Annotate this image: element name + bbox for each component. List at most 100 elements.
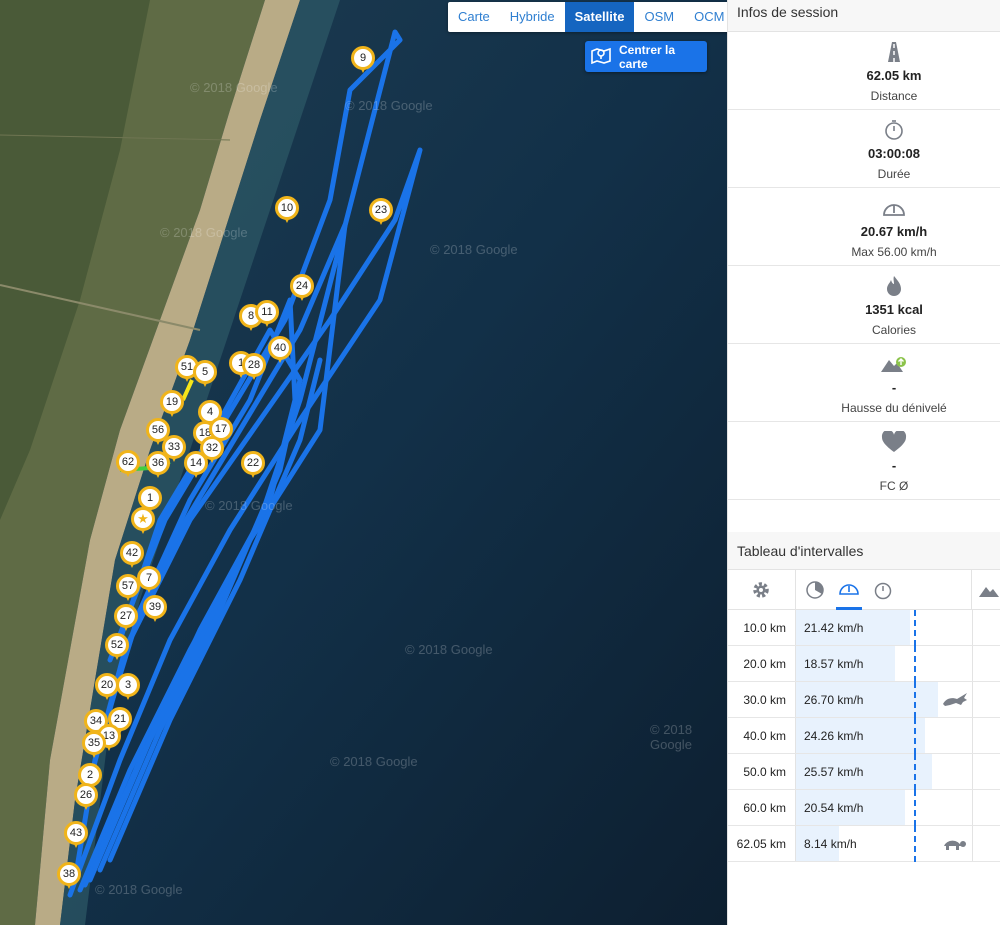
interval-metric-tabs <box>796 570 972 610</box>
elevation-tab-icon[interactable] <box>972 570 1000 609</box>
lap-marker[interactable]: 35 <box>82 731 106 758</box>
lap-marker[interactable]: 3 <box>116 673 140 700</box>
lap-marker[interactable]: 24 <box>290 274 314 301</box>
average-speed-line <box>914 718 916 754</box>
lap-marker[interactable]: 19 <box>160 390 184 417</box>
interval-distance: 30.0 km <box>728 682 796 717</box>
map-type-carte[interactable]: Carte <box>448 2 500 32</box>
lap-marker[interactable]: 10 <box>275 196 299 223</box>
interval-distance: 10.0 km <box>728 610 796 645</box>
interval-speed: 20.54 km/h <box>804 801 864 815</box>
interval-speed: 25.57 km/h <box>804 765 864 779</box>
interval-speed-cell: 25.57 km/h <box>796 754 973 790</box>
stat-value: - <box>891 457 897 473</box>
average-speed-line <box>914 610 916 646</box>
interval-speed: 21.42 km/h <box>804 621 864 635</box>
interval-speed-cell: 8.14 km/h <box>796 826 973 862</box>
stat-label: Durée <box>877 166 911 181</box>
lap-marker[interactable]: 9 <box>351 46 375 73</box>
lap-marker[interactable]: 7 <box>137 566 161 593</box>
satellite-imagery <box>0 0 727 925</box>
stat-label: Calories <box>871 322 916 337</box>
map-center-icon <box>591 46 611 67</box>
lap-marker[interactable]: 38 <box>57 862 81 889</box>
lap-marker[interactable]: 26 <box>74 783 98 810</box>
gear-icon[interactable] <box>728 570 796 609</box>
map-watermark: © 2018 Google <box>205 498 293 513</box>
heart-icon <box>881 429 907 455</box>
lap-marker[interactable]: 5 <box>193 360 217 387</box>
interval-speed-cell: 24.26 km/h <box>796 718 973 754</box>
interval-row: 30.0 km 26.70 km/h <box>728 682 1000 718</box>
interval-distance: 62.05 km <box>728 826 796 861</box>
interval-distance: 60.0 km <box>728 790 796 825</box>
interval-speed: 26.70 km/h <box>804 693 864 707</box>
interval-row: 50.0 km 25.57 km/h <box>728 754 1000 790</box>
lap-marker[interactable]: 11 <box>255 300 279 327</box>
pace-chart-icon[interactable] <box>802 570 828 610</box>
rabbit-icon <box>941 690 969 713</box>
average-speed-line <box>914 826 916 862</box>
average-speed-line <box>914 682 916 718</box>
start-marker[interactable]: ★ <box>131 507 155 534</box>
map-watermark: © 2018 Google <box>95 882 183 897</box>
stat-value: 20.67 km/h <box>860 223 928 239</box>
stat-label: Hausse du dénivelé <box>841 400 947 415</box>
stat-value: 03:00:08 <box>867 145 921 161</box>
map-type-ocm[interactable]: OCM <box>684 2 727 32</box>
map-watermark: © 2018 Google <box>160 225 248 240</box>
map-watermark: © 2018 Google <box>650 722 693 752</box>
lap-marker[interactable]: 27 <box>114 604 138 631</box>
elevation-icon <box>880 351 908 377</box>
intervals-table: 10.0 km 21.42 km/h 20.0 km 18.57 km/h 30.0 k… <box>728 610 1000 862</box>
map-watermark: © 2018 Google <box>190 80 278 95</box>
stat-label: Max 56.00 km/h <box>851 244 937 259</box>
lap-marker[interactable]: 43 <box>64 821 88 848</box>
flame-icon <box>884 273 904 299</box>
stat-label: Distance <box>870 88 918 103</box>
lap-marker[interactable]: 14 <box>184 451 208 478</box>
lap-marker[interactable]: 28 <box>242 353 266 380</box>
interval-row: 20.0 km 18.57 km/h <box>728 646 1000 682</box>
stat-elevation: - Hausse du dénivelé <box>728 344 1000 422</box>
map-view[interactable]: © 2018 Google © 2018 Google © 2018 Googl… <box>0 0 727 925</box>
interval-speed: 24.26 km/h <box>804 729 864 743</box>
center-map-label: Centrer la carte <box>619 42 676 71</box>
average-speed-line <box>914 790 916 826</box>
stat-value: - <box>891 379 897 395</box>
interval-speed-cell: 20.54 km/h <box>796 790 973 826</box>
lap-marker[interactable]: 23 <box>369 198 393 225</box>
lap-marker[interactable]: 42 <box>120 541 144 568</box>
map-type-satellite[interactable]: Satellite <box>564 2 635 32</box>
lap-marker[interactable]: 40 <box>268 336 292 363</box>
map-type-control: Carte Hybride Satellite OSM OCM <box>448 2 727 32</box>
interval-speed: 8.14 km/h <box>804 837 857 851</box>
stopwatch-tab-icon[interactable] <box>870 570 896 610</box>
lap-marker[interactable]: 22 <box>241 451 265 478</box>
intervals-header <box>728 570 1000 610</box>
turtle-icon <box>941 834 967 857</box>
average-speed-line <box>914 754 916 790</box>
center-map-button[interactable]: Centrer la carte <box>585 41 707 72</box>
map-type-osm[interactable]: OSM <box>634 2 684 32</box>
lap-marker[interactable]: 62 <box>116 450 140 477</box>
interval-row: 40.0 km 24.26 km/h <box>728 718 1000 754</box>
map-type-hybride[interactable]: Hybride <box>500 2 565 32</box>
map-watermark: © 2018 Google <box>345 98 433 113</box>
road-icon <box>883 39 905 65</box>
lap-marker[interactable]: 36 <box>146 451 170 478</box>
interval-speed-cell: 26.70 km/h <box>796 682 973 718</box>
stat-label: FC Ø <box>879 478 909 493</box>
lap-marker[interactable]: 57 <box>116 574 140 601</box>
session-info-title: Infos de session <box>728 0 1000 32</box>
map-watermark: © 2018 Google <box>430 242 518 257</box>
stat-heart-rate: - FC Ø <box>728 422 1000 500</box>
interval-speed-cell: 21.42 km/h <box>796 610 973 646</box>
map-watermark: © 2018 Google <box>330 754 418 769</box>
stat-duration: 03:00:08 Durée <box>728 110 1000 188</box>
speedometer-tab-icon[interactable] <box>835 570 862 610</box>
interval-distance: 50.0 km <box>728 754 796 789</box>
lap-marker[interactable]: 52 <box>105 633 129 660</box>
lap-marker[interactable]: 39 <box>143 595 167 622</box>
map-watermark: © 2018 Google <box>405 642 493 657</box>
